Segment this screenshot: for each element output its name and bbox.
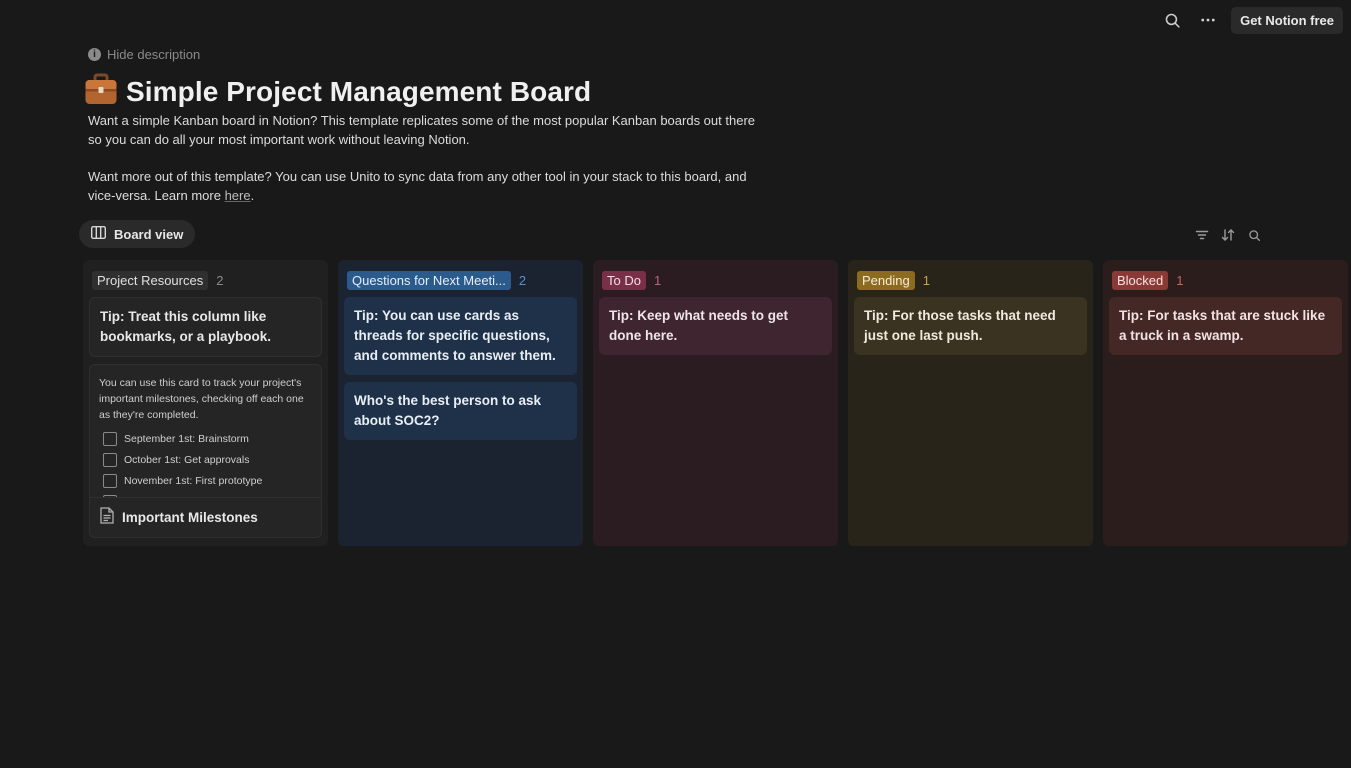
checkbox xyxy=(103,452,117,467)
column-label: Pending xyxy=(857,270,915,290)
todo-label: November 1st: First prototype xyxy=(124,474,263,487)
preview-intro: You can use this card to track your proj… xyxy=(99,377,304,421)
card-title: Tip: For tasks that are stuck like a tru… xyxy=(1119,308,1326,343)
board-card[interactable]: Tip: Treat this column like bookmarks, o… xyxy=(89,297,322,357)
description-paragraph-1: Want a simple Kanban board in Notion? Th… xyxy=(88,113,755,147)
column-pending: Pending 1 Tip: For those tasks that need… xyxy=(848,260,1093,546)
card-title-row: Important Milestones xyxy=(90,497,321,537)
briefcase-icon[interactable] xyxy=(84,72,118,111)
column-count: 1 xyxy=(922,272,930,288)
topbar: Get Notion free xyxy=(1159,6,1343,34)
board-card[interactable]: Tip: For tasks that are stuck like a tru… xyxy=(1109,297,1342,355)
todo-item: October 1st: Get approvals xyxy=(99,449,311,470)
view-toolbar xyxy=(1193,226,1263,244)
checkbox xyxy=(103,473,117,488)
board-card[interactable]: Tip: Keep what needs to get done here. xyxy=(599,297,832,355)
filter-icon[interactable] xyxy=(1193,226,1211,244)
card-title: Important Milestones xyxy=(122,509,258,525)
description-paragraph-2: Want more out of this template? You can … xyxy=(88,167,768,205)
column-label: To Do xyxy=(602,270,646,290)
search-icon[interactable] xyxy=(1159,7,1185,33)
board-card[interactable]: Who's the best person to ask about SOC2? xyxy=(344,382,577,440)
column-count: 2 xyxy=(518,272,527,288)
column-count: 1 xyxy=(653,272,662,288)
page-header: Simple Project Management Board xyxy=(84,72,591,111)
todo-item: November 1st: First prototype xyxy=(99,470,311,491)
board-card[interactable]: Tip: For those tasks that need just one … xyxy=(854,297,1087,355)
board-view-label: Board view xyxy=(114,226,184,242)
search-icon[interactable] xyxy=(1245,226,1263,244)
checkbox xyxy=(103,431,117,446)
board-view-tab[interactable]: Board view xyxy=(79,220,196,248)
column-header[interactable]: Blocked 1 xyxy=(1109,269,1342,291)
description-paragraph-2-end: . xyxy=(250,188,255,203)
column-project-resources: Project Resources 2 Tip: Treat this colu… xyxy=(83,260,328,546)
column-questions-next-meeting: Questions for Next Meeti... 2 Tip: You c… xyxy=(338,260,583,546)
important-milestones-card[interactable]: You can use this card to track your proj… xyxy=(89,364,322,538)
card-title: Tip: For those tasks that need just one … xyxy=(864,308,1056,343)
card-preview: You can use this card to track your proj… xyxy=(90,365,321,497)
column-header[interactable]: Pending 1 xyxy=(854,269,1087,291)
description-paragraph-2-text: Want more out of this template? You can … xyxy=(88,169,747,203)
hide-description-toggle[interactable]: i Hide description xyxy=(88,47,200,62)
column-header[interactable]: Questions for Next Meeti... 2 xyxy=(344,269,577,291)
card-title: Tip: You can use cards as threads for sp… xyxy=(354,308,556,363)
get-notion-free-button[interactable]: Get Notion free xyxy=(1231,6,1343,34)
page-description: Want a simple Kanban board in Notion? Th… xyxy=(88,111,768,205)
sort-icon[interactable] xyxy=(1219,226,1237,244)
kanban-board: Project Resources 2 Tip: Treat this colu… xyxy=(83,260,1348,546)
todo-item: September 1st: Brainstorm xyxy=(99,428,311,449)
column-label: Project Resources xyxy=(92,270,209,290)
card-title: Tip: Keep what needs to get done here. xyxy=(609,308,789,343)
column-count: 2 xyxy=(216,272,224,288)
todo-label: October 1st: Get approvals xyxy=(124,453,250,466)
column-count: 1 xyxy=(1176,272,1184,288)
info-icon: i xyxy=(88,48,101,61)
column-label: Questions for Next Meeti... xyxy=(347,270,511,290)
board-view-icon xyxy=(90,225,107,242)
column-header[interactable]: To Do 1 xyxy=(599,269,832,291)
page-icon xyxy=(100,507,114,527)
board-card[interactable]: Tip: You can use cards as threads for sp… xyxy=(344,297,577,375)
checkbox xyxy=(103,494,117,497)
column-to-do: To Do 1 Tip: Keep what needs to get done… xyxy=(593,260,838,546)
card-title: Who's the best person to ask about SOC2? xyxy=(354,393,541,428)
hide-description-label: Hide description xyxy=(107,47,201,62)
column-header[interactable]: Project Resources 2 xyxy=(89,269,322,291)
page-title: Simple Project Management Board xyxy=(126,75,592,107)
learn-more-link[interactable]: here xyxy=(225,188,251,203)
column-blocked: Blocked 1 Tip: For tasks that are stuck … xyxy=(1103,260,1348,546)
more-horizontal-icon[interactable] xyxy=(1195,7,1221,33)
card-title: Tip: Treat this column like bookmarks, o… xyxy=(100,309,272,344)
todo-label: September 1st: Brainstorm xyxy=(124,432,249,445)
column-label: Blocked xyxy=(1112,270,1169,290)
